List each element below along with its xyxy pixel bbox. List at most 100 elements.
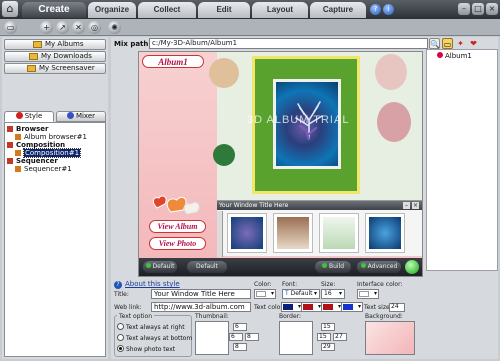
default-button-2[interactable]: Default <box>187 261 227 273</box>
home-icon[interactable]: ⌂ <box>2 1 18 17</box>
album-list-item[interactable]: Album1 <box>437 52 472 60</box>
folder-icon[interactable]: ▭ <box>4 21 17 34</box>
maximize-icon[interactable]: □ <box>472 3 484 15</box>
thumbnail-preview[interactable] <box>195 321 229 355</box>
thumbnail-3[interactable] <box>319 213 359 253</box>
my-albums-button[interactable]: My Albums <box>4 39 106 50</box>
heart-icon[interactable]: ❤ <box>468 38 479 49</box>
folder-open-icon[interactable]: ▭ <box>442 38 453 49</box>
tab-mixer[interactable]: Mixer <box>56 111 106 122</box>
tab-collect[interactable]: Collect <box>138 2 196 18</box>
star-icon[interactable]: ✦ <box>455 38 466 49</box>
preview-sidebar: Album1 View Album View Photo <box>139 52 217 276</box>
tree-item-sequencer-1[interactable]: Sequencer#1 <box>15 165 72 173</box>
minimize-icon[interactable]: – <box>458 3 470 15</box>
thumbnail-1[interactable] <box>227 213 267 253</box>
advanced-button[interactable]: Advanced <box>357 261 401 273</box>
thumb-num-3[interactable]: 8 <box>245 333 259 341</box>
size-value: 16 <box>324 290 332 297</box>
thumbnail-2[interactable] <box>273 213 313 253</box>
mix-path-label: Mix path <box>114 40 149 48</box>
tab-layout[interactable]: Layout <box>252 2 308 18</box>
border-num-4[interactable]: 29 <box>321 343 335 351</box>
strip-scrollbar[interactable] <box>217 211 223 257</box>
settings-icon[interactable]: ✺ <box>108 21 121 34</box>
my-downloads-button[interactable]: My Downloads <box>4 51 106 62</box>
tree-item-browser[interactable]: Browser <box>7 125 48 133</box>
thumb-num-1[interactable]: 6 <box>233 323 247 331</box>
tab-edit[interactable]: Edit <box>198 2 250 18</box>
strip-close-icon[interactable]: × <box>412 202 419 209</box>
title-input[interactable]: Your Window Title Here <box>151 289 251 299</box>
preview-icon[interactable]: ◎ <box>88 21 101 34</box>
text-color-picker-2[interactable]: ▾ <box>301 302 323 312</box>
weblink-input[interactable]: http://www.3d-album.com <box>151 302 251 312</box>
thumbnail-2-image <box>277 217 309 249</box>
default-button-1[interactable]: Default <box>143 261 177 273</box>
thumbnail-strip: Your Window Title Here – × <box>217 200 422 257</box>
open-icon[interactable]: ↗ <box>56 21 69 34</box>
sequencer-node-icon <box>7 158 13 164</box>
font-icon: T <box>285 290 289 297</box>
about-style-label: About this style <box>125 280 180 288</box>
album-list: Album1 <box>426 49 498 271</box>
my-screensaver-button[interactable]: My Screensaver <box>4 63 106 74</box>
tree-item-composition[interactable]: Composition <box>7 141 65 149</box>
left-panel: My Albums My Downloads My Screensaver St… <box>2 37 108 359</box>
text-right-option[interactable]: Text always at right <box>117 323 185 331</box>
advanced-label: Advanced <box>367 263 398 270</box>
tree-item-composition-1[interactable]: Composition#1 <box>15 148 82 158</box>
text-bottom-option[interactable]: Text always at bottom <box>117 334 192 342</box>
close-icon[interactable]: × <box>486 3 498 15</box>
border-num-3[interactable]: 27 <box>333 333 347 341</box>
default-label-2: Default <box>196 263 218 270</box>
thumb-num-2[interactable]: 6 <box>229 333 243 341</box>
background-preview[interactable] <box>365 321 415 355</box>
show-photo-text-option[interactable]: Show photo text <box>117 345 175 353</box>
thumbnail-4[interactable] <box>365 213 405 253</box>
mix-path-input[interactable]: c:/My-3D-Album/Album1 <box>149 38 428 49</box>
browse-icon[interactable]: 🔍 <box>429 38 440 49</box>
main-tab-bar: ⌂ Create Organize Collect Edit Layout Ca… <box>0 0 500 19</box>
border-num-1[interactable]: 15 <box>321 323 335 331</box>
about-style-link[interactable]: ? About this style <box>114 280 180 289</box>
my-albums-label: My Albums <box>45 40 84 48</box>
text-size-input[interactable]: 24 <box>389 303 405 312</box>
tree-item-sequencer[interactable]: Sequencer <box>7 157 58 165</box>
text-color-picker-3[interactable]: ▾ <box>321 302 343 312</box>
title-color-picker[interactable]: ▾ <box>254 289 276 299</box>
strip-title-bar: Your Window Title Here <box>217 201 422 210</box>
size-select[interactable]: 16 ▾ <box>321 289 345 299</box>
help-icon[interactable]: ? <box>370 4 381 15</box>
strip-minimize-icon[interactable]: – <box>403 202 410 209</box>
view-photo-button[interactable]: View Photo <box>149 237 206 250</box>
sequencer1-node-icon <box>15 166 21 172</box>
text-option-label: Text option <box>117 313 155 320</box>
font-select[interactable]: T Default ▾ <box>282 289 320 299</box>
thumb-num-4[interactable]: 8 <box>233 343 247 351</box>
build-button[interactable]: Build <box>315 261 351 273</box>
browser-node-icon <box>7 126 13 132</box>
tree-item-album-browser[interactable]: Album browser#1 <box>15 133 87 141</box>
text-color-picker-1[interactable]: ▾ <box>281 302 303 312</box>
text-color-picker-4[interactable]: ▾ <box>341 302 363 312</box>
tool-bar: ▭ + ↗ ✕ ◎ ✺ <box>0 19 500 36</box>
tab-capture[interactable]: Capture <box>310 2 366 18</box>
border-num-2[interactable]: 15 <box>317 333 331 341</box>
tab-organize[interactable]: Organize <box>88 2 136 18</box>
tab-style[interactable]: Style <box>4 111 54 122</box>
new-icon[interactable]: + <box>40 21 53 34</box>
info-icon[interactable]: i <box>383 4 394 15</box>
text-bottom-label: Text always at bottom <box>126 335 193 342</box>
tools-icon[interactable]: ✕ <box>72 21 85 34</box>
interface-color-picker[interactable]: ▾ <box>357 289 379 299</box>
checked-radio-icon <box>117 345 124 352</box>
text-right-label: Text always at right <box>126 324 185 331</box>
border-preview[interactable] <box>279 321 313 355</box>
tab-create[interactable]: Create <box>22 2 86 18</box>
chevron-down-icon: ▾ <box>338 290 342 297</box>
color-label: Color: <box>254 281 272 288</box>
view-album-button[interactable]: View Album <box>149 220 206 233</box>
style-tab-label: Style <box>24 112 43 120</box>
style-properties: ? About this style Title: Your Window Tit… <box>111 279 498 359</box>
